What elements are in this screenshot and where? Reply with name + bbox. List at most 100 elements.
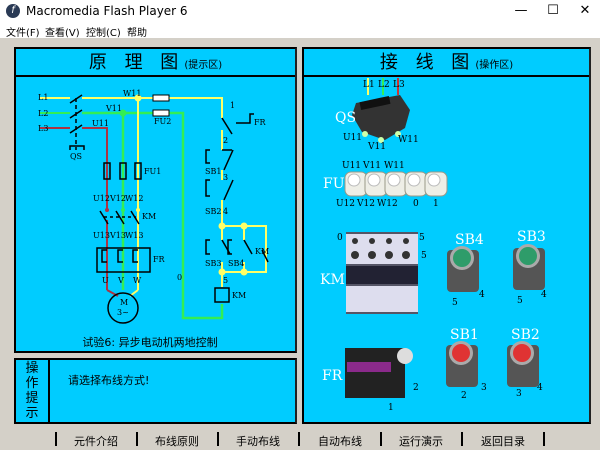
wl-L1: L1 (363, 80, 375, 90)
wl-fu-1: 1 (433, 199, 439, 209)
wl-FU: FU (323, 176, 345, 192)
label-L1: L1 (38, 93, 48, 102)
fr-thermal-relay[interactable] (345, 348, 413, 398)
wl-km-5b: 5 (421, 251, 427, 261)
sb1-red-button[interactable] (446, 341, 478, 387)
wl-fu-0: 0 (413, 199, 419, 209)
label-W11: W11 (123, 89, 141, 98)
wl-sb1-2: 2 (461, 391, 467, 401)
menu-control[interactable]: 控制(C) (86, 24, 121, 39)
label-node-5: 5 (223, 276, 228, 285)
wl-QS: QS (335, 110, 356, 126)
label-FR-contact: FR (254, 118, 267, 127)
bottom-nav: 元件介绍 布线原则 手动布线 自动布线 运行演示 返回目录 (0, 430, 600, 450)
wl-sb2-4: 4 (537, 383, 543, 393)
wl-SB2: SB2 (511, 327, 540, 343)
wl-KM: KM (320, 272, 345, 288)
wl-fu-W11: W11 (384, 161, 405, 171)
wl-sb1-3: 3 (481, 383, 487, 393)
label-SB2: SB2 (205, 207, 221, 216)
nav-run-demo[interactable]: 运行演示 (399, 433, 443, 449)
wl-L3: L3 (393, 80, 405, 90)
sb3-green-button[interactable] (513, 244, 545, 290)
label-W: W (133, 276, 142, 285)
fuse-block[interactable] (344, 171, 448, 197)
nav-wiring-rules[interactable]: 布线原则 (155, 433, 199, 449)
menu-file[interactable]: 文件(F) (6, 24, 40, 39)
wl-U12: U12 (336, 199, 355, 209)
label-U13: U13 (93, 231, 110, 240)
title-bar: f Macromedia Flash Player 6 — ☐ ✕ (0, 0, 600, 22)
label-V13: V13 (109, 231, 126, 240)
nav-back-to-menu[interactable]: 返回目录 (481, 433, 525, 449)
wl-L2: L2 (378, 80, 390, 90)
label-KM-aux: KM (255, 247, 269, 256)
label-L2: L2 (38, 109, 48, 118)
label-L3: L3 (38, 124, 48, 133)
window-title: Macromedia Flash Player 6 (26, 4, 188, 18)
label-node-2: 2 (223, 136, 228, 145)
wiring-panel: 接 线 图(操作区) L1 L2 L3 U11 V11 W11 U11 V11 … (302, 47, 591, 424)
wl-fr-1: 1 (388, 403, 394, 413)
wl-sb4-4: 4 (479, 290, 485, 300)
minimize-button[interactable]: — (506, 2, 536, 20)
wl-fu-V11: V11 (362, 161, 381, 171)
km-contactor[interactable] (346, 232, 418, 314)
hint-label: 操作提示 (16, 360, 50, 422)
hint-message: 请选择布线方式! (68, 374, 150, 387)
label-FR-main: FR (153, 255, 166, 264)
label-3phase: 3~ (117, 308, 129, 317)
label-M: M (120, 298, 128, 307)
wl-SB1: SB1 (450, 327, 479, 343)
nav-manual-wiring[interactable]: 手动布线 (236, 433, 280, 449)
label-FU2: FU2 (154, 117, 171, 126)
wl-V11: V11 (367, 142, 386, 152)
label-U12: U12 (93, 194, 110, 203)
wl-V12: V12 (356, 199, 375, 209)
label-W12: W12 (125, 194, 143, 203)
sb4-green-button[interactable] (447, 246, 479, 292)
label-node-1: 1 (230, 101, 235, 110)
wl-km-5a: 5 (419, 233, 425, 243)
wl-sb2-3: 3 (516, 389, 522, 399)
label-FU1: FU1 (144, 167, 161, 176)
flash-stage: 原 理 图(提示区) L1 L2 L3 QS U11 V11 W11 FU2 F… (0, 38, 600, 450)
schematic-panel: 原 理 图(提示区) L1 L2 L3 QS U11 V11 W11 FU2 F… (14, 47, 297, 353)
label-KM-coil: KM (232, 291, 246, 300)
label-U: U (102, 276, 109, 285)
sb2-red-button[interactable] (507, 341, 539, 387)
wl-FR: FR (322, 368, 343, 384)
label-V12: V12 (109, 194, 126, 203)
label-SB3: SB3 (205, 259, 221, 268)
wiring-diagram: L1 L2 L3 U11 V11 W11 U11 V11 W11 U12 V12… (320, 78, 547, 413)
label-W13: W13 (125, 231, 143, 240)
nav-auto-wiring[interactable]: 自动布线 (318, 433, 362, 449)
wl-sb3-4: 4 (541, 290, 547, 300)
label-node-3: 3 (223, 173, 228, 182)
label-V: V (117, 276, 124, 285)
label-SB4: SB4 (228, 259, 244, 268)
nav-components[interactable]: 元件介绍 (74, 433, 118, 449)
schematic-diagram: L1 L2 L3 QS U11 V11 W11 FU2 FU1 U12 V12 … (38, 89, 269, 349)
maximize-button[interactable]: ☐ (538, 2, 568, 20)
label-node-0: 0 (177, 273, 182, 282)
menu-help[interactable]: 帮助 (127, 24, 147, 39)
wl-sb4-5: 5 (452, 298, 458, 308)
close-button[interactable]: ✕ (570, 2, 600, 20)
wl-W12: W12 (377, 199, 398, 209)
wl-W11: W11 (398, 135, 419, 145)
menu-view[interactable]: 查看(V) (45, 24, 80, 39)
wl-fr-2: 2 (413, 383, 419, 393)
wl-SB3: SB3 (517, 229, 546, 245)
label-V11: V11 (105, 104, 122, 113)
flash-app-icon: f (6, 4, 20, 18)
wl-SB4: SB4 (455, 232, 484, 248)
wl-U11: U11 (343, 133, 362, 143)
label-SB1: SB1 (205, 167, 221, 176)
wl-fu-U11: U11 (342, 161, 361, 171)
label-U11: U11 (92, 119, 109, 128)
wl-km-0: 0 (337, 233, 343, 243)
experiment-caption: 试验6: 异步电动机两地控制 (82, 335, 217, 349)
wl-sb3-5: 5 (517, 296, 523, 306)
hint-panel: 操作提示 请选择布线方式! (14, 358, 297, 424)
